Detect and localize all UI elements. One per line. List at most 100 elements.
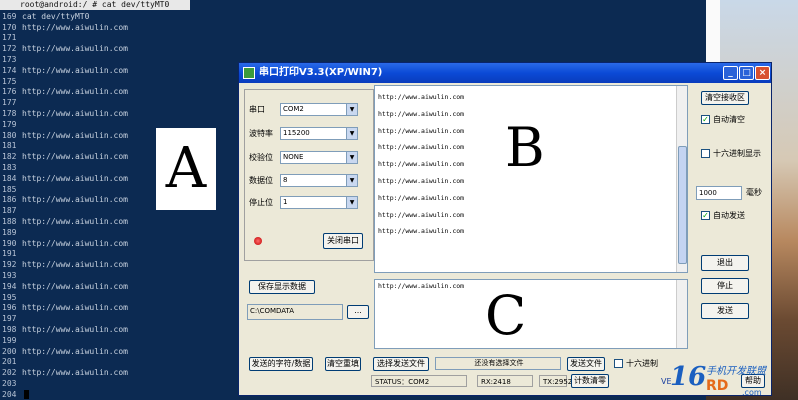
receive-scrollbar[interactable] — [676, 86, 687, 272]
marker-b: B — [505, 116, 545, 179]
line-number: 192 — [2, 260, 17, 270]
line-text: http://www.aiwulin.com — [22, 238, 128, 248]
terminal-line: 173 — [2, 55, 171, 66]
line-text: http://www.aiwulin.com — [22, 87, 128, 97]
terminal-line: 189 — [2, 228, 171, 239]
terminal-line: 175 — [2, 77, 171, 88]
status-tx: TX:2952 — [539, 375, 572, 387]
terminal-line: 183 — [2, 163, 171, 174]
line-text: http://www.aiwulin.com — [22, 22, 128, 32]
line-number: 181 — [2, 141, 17, 151]
terminal-line: 188 http://www.aiwulin.com — [2, 217, 171, 228]
maximize-button[interactable]: □ — [739, 66, 754, 80]
send-file-button[interactable]: 发送文件 — [567, 357, 605, 371]
stopbits-select[interactable]: 1 ▼ — [280, 196, 358, 209]
clear-resend-button[interactable]: 清空重填 — [325, 357, 361, 371]
line-number: 190 — [2, 238, 17, 248]
hex-display-label: 十六进制显示 — [713, 149, 761, 158]
line-text: http://www.aiwulin.com — [22, 346, 128, 356]
send-area[interactable]: http://www.aiwulin.com C — [374, 279, 688, 349]
terminal-line: 187 — [2, 206, 171, 217]
terminal-line: 180 http://www.aiwulin.com — [2, 131, 171, 142]
line-number: 191 — [2, 249, 17, 259]
port-status-led-icon — [254, 237, 262, 245]
desktop-edge — [706, 0, 720, 70]
reset-count-button[interactable]: 计数清零 — [571, 374, 609, 388]
close-button[interactable]: × — [755, 66, 770, 80]
line-number: 193 — [2, 270, 17, 280]
line-number: 189 — [2, 227, 17, 237]
window-titlebar: 串口打印V3.3(XP/WIN7) — [239, 63, 771, 83]
terminal-line: 169 cat dev/ttyMT0 — [2, 12, 171, 23]
chevron-down-icon: ▼ — [346, 152, 357, 163]
save-display-button[interactable]: 保存显示数据 — [249, 280, 315, 294]
line-text: http://www.aiwulin.com — [22, 324, 128, 334]
line-text: http://www.aiwulin.com — [22, 130, 128, 140]
line-number: 174 — [2, 65, 17, 75]
minimize-button[interactable]: _ — [723, 66, 738, 80]
status-port: STATUS：COM2 — [371, 375, 467, 387]
chevron-down-icon: ▼ — [346, 104, 357, 115]
terminal-line: 186 http://www.aiwulin.com — [2, 195, 171, 206]
status-rx: RX:2418 — [477, 375, 533, 387]
line-number: 188 — [2, 216, 17, 226]
terminal-line: 196 http://www.aiwulin.com — [2, 303, 171, 314]
line-number: 200 — [2, 346, 17, 356]
parity-select[interactable]: NONE ▼ — [280, 151, 358, 164]
sent-chars-button[interactable]: 发送的字符/数据 — [249, 357, 313, 371]
line-text: http://www.aiwulin.com — [22, 260, 128, 270]
choose-file-button[interactable]: 选择发送文件 — [373, 357, 429, 371]
terminal-line: 176 http://www.aiwulin.com — [2, 87, 171, 98]
auto-send-checkbox[interactable]: ✓ — [701, 211, 710, 220]
marker-a: A — [156, 128, 216, 210]
interval-input[interactable]: 1000 — [696, 186, 742, 200]
receive-line: http://www.aiwulin.com — [378, 193, 465, 202]
chevron-down-icon: ▼ — [346, 128, 357, 139]
terminal-line: 197 — [2, 314, 171, 325]
databits-select[interactable]: 8 ▼ — [280, 174, 358, 187]
watermark-cn: 手机开发联盟 — [706, 366, 766, 377]
interval-unit: 毫秒 — [746, 188, 762, 197]
watermark-site: .com — [742, 388, 762, 397]
send-text: http://www.aiwulin.com — [378, 282, 465, 290]
auto-send-label: 自动发送 — [713, 211, 745, 220]
auto-clear-checkbox[interactable]: ✓ — [701, 115, 710, 124]
serial-tool-window: 串口打印V3.3(XP/WIN7) _ □ × 串口 COM2 ▼ 波特率 115… — [238, 62, 772, 396]
port-label: 串口 — [249, 105, 265, 114]
send-button[interactable]: 发送 — [701, 303, 749, 319]
send-scrollbar[interactable] — [676, 280, 687, 348]
exit-button[interactable]: 退出 — [701, 255, 749, 271]
line-number: 171 — [2, 33, 17, 43]
terminal-line: 181 — [2, 141, 171, 152]
terminal-line: 193 — [2, 271, 171, 282]
receive-area[interactable]: http://www.aiwulin.com http://www.aiwulin… — [374, 85, 688, 273]
baud-select[interactable]: 115200 ▼ — [280, 127, 358, 140]
save-path-field[interactable]: C:\COMDATA — [247, 304, 343, 320]
line-text: http://www.aiwulin.com — [22, 216, 128, 226]
port-value: COM2 — [283, 105, 304, 113]
line-number: 199 — [2, 335, 17, 345]
port-select[interactable]: COM2 ▼ — [280, 103, 358, 116]
stop-button[interactable]: 停止 — [701, 278, 749, 294]
line-number: 178 — [2, 108, 17, 118]
line-text: http://www.aiwulin.com — [22, 195, 128, 205]
hex-display-checkbox[interactable] — [701, 149, 710, 158]
terminal-line: 185 — [2, 185, 171, 196]
terminal-line: 203 — [2, 379, 171, 390]
terminal-line: 179 — [2, 120, 171, 131]
clear-receive-button[interactable]: 清空接收区 — [701, 91, 749, 105]
browse-button[interactable]: ... — [347, 305, 369, 319]
line-text: http://www.aiwulin.com — [22, 303, 128, 313]
stopbits-value: 1 — [283, 198, 288, 206]
close-port-button[interactable]: 关闭串口 — [323, 233, 363, 249]
terminal-line: 182 http://www.aiwulin.com — [2, 152, 171, 163]
line-text: http://www.aiwulin.com — [22, 281, 128, 291]
line-number: 170 — [2, 22, 17, 32]
line-number: 196 — [2, 303, 17, 313]
line-text: cat dev/ttyMT0 — [22, 11, 90, 21]
terminal-line: 199 — [2, 336, 171, 347]
line-number: 180 — [2, 130, 17, 140]
line-number: 172 — [2, 44, 17, 54]
line-text: http://www.aiwulin.com — [22, 108, 128, 118]
hex-send-checkbox[interactable] — [614, 359, 623, 368]
